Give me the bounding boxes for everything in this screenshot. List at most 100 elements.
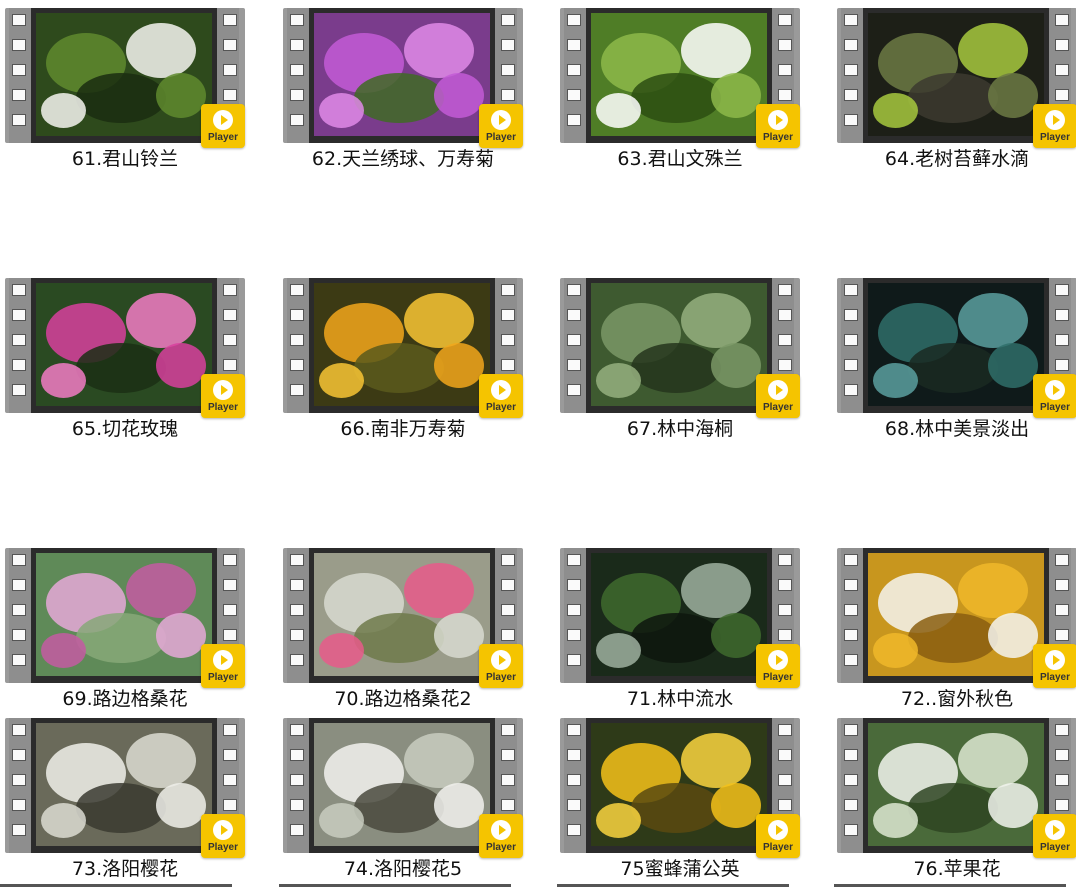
video-card[interactable]: Player 61.君山铃兰	[5, 8, 245, 178]
player-button[interactable]: Player	[1033, 644, 1076, 688]
play-icon	[1045, 650, 1065, 670]
player-label: Player	[762, 132, 794, 143]
video-thumbnail[interactable]	[591, 553, 767, 676]
player-button[interactable]: Player	[1033, 104, 1076, 148]
player-button[interactable]: Player	[1033, 374, 1076, 418]
video-title[interactable]: 72..窗外秋色	[837, 684, 1076, 711]
play-icon	[213, 650, 233, 670]
video-card[interactable]: Player 71.林中流水	[560, 548, 800, 718]
video-thumbnail[interactable]	[591, 283, 767, 406]
player-button[interactable]: Player	[479, 104, 523, 148]
video-thumbnail[interactable]	[314, 723, 490, 846]
video-card[interactable]: Player 68.林中美景淡出	[837, 278, 1076, 448]
video-card[interactable]: Player 67.林中海桐	[560, 278, 800, 448]
player-button[interactable]: Player	[201, 644, 245, 688]
video-thumbnail-frame[interactable]	[309, 548, 495, 683]
video-title[interactable]: 68.林中美景淡出	[837, 414, 1076, 441]
player-button[interactable]: Player	[756, 644, 800, 688]
play-icon	[491, 820, 511, 840]
video-title[interactable]: 73.洛阳樱花	[5, 854, 245, 881]
video-thumbnail-frame[interactable]	[309, 718, 495, 853]
film-holes-left	[290, 724, 304, 849]
video-thumbnail-frame[interactable]	[863, 278, 1049, 413]
player-button[interactable]: Player	[756, 104, 800, 148]
video-thumbnail[interactable]	[868, 723, 1044, 846]
video-card[interactable]: Player 66.南非万寿菊	[283, 278, 523, 448]
video-thumbnail-frame[interactable]	[586, 278, 772, 413]
video-thumbnail[interactable]	[591, 723, 767, 846]
player-button[interactable]: Player	[756, 374, 800, 418]
video-card[interactable]: Player 63.君山文殊兰	[560, 8, 800, 178]
video-thumbnail-frame[interactable]	[309, 278, 495, 413]
film-holes-left	[567, 284, 581, 409]
video-card[interactable]: Player 75蜜蜂蒲公英	[560, 718, 800, 888]
video-card[interactable]: Player 74.洛阳樱花5	[283, 718, 523, 888]
player-button[interactable]: Player	[756, 814, 800, 858]
film-holes-left	[567, 14, 581, 139]
player-button[interactable]: Player	[479, 374, 523, 418]
player-button[interactable]: Player	[201, 104, 245, 148]
video-thumbnail[interactable]	[868, 283, 1044, 406]
video-thumbnail-frame[interactable]	[31, 8, 217, 143]
video-card[interactable]: Player 64.老树苔藓水滴	[837, 8, 1076, 178]
video-thumbnail[interactable]	[868, 553, 1044, 676]
video-thumbnail[interactable]	[591, 13, 767, 136]
video-title[interactable]: 76.苹果花	[837, 854, 1076, 881]
player-button[interactable]: Player	[479, 644, 523, 688]
video-title[interactable]: 69.路边格桑花	[5, 684, 245, 711]
video-thumbnail-frame[interactable]	[863, 8, 1049, 143]
video-title[interactable]: 64.老树苔藓水滴	[837, 144, 1076, 171]
video-thumbnail[interactable]	[36, 13, 212, 136]
video-thumbnail-frame[interactable]	[31, 718, 217, 853]
video-thumbnail-frame[interactable]	[863, 718, 1049, 853]
video-thumbnail-frame[interactable]	[309, 8, 495, 143]
video-card[interactable]: Player 70.路边格桑花2	[283, 548, 523, 718]
video-title[interactable]: 62.天兰绣球、万寿菊	[283, 144, 523, 171]
video-title[interactable]: 66.南非万寿菊	[283, 414, 523, 441]
video-card[interactable]: Player 76.苹果花	[837, 718, 1076, 888]
film-holes-left	[290, 554, 304, 679]
film-holes-left	[290, 14, 304, 139]
play-icon	[1045, 110, 1065, 130]
video-thumbnail-frame[interactable]	[586, 718, 772, 853]
video-thumbnail[interactable]	[36, 723, 212, 846]
video-card[interactable]: Player 72..窗外秋色	[837, 548, 1076, 718]
player-label: Player	[1039, 842, 1071, 853]
player-button[interactable]: Player	[201, 374, 245, 418]
video-thumbnail[interactable]	[314, 13, 490, 136]
video-thumbnail[interactable]	[314, 283, 490, 406]
video-thumbnail-frame[interactable]	[31, 278, 217, 413]
video-title[interactable]: 61.君山铃兰	[5, 144, 245, 171]
video-card[interactable]: Player 69.路边格桑花	[5, 548, 245, 718]
play-icon	[213, 380, 233, 400]
player-label: Player	[207, 132, 239, 143]
video-thumbnail-frame[interactable]	[31, 548, 217, 683]
play-icon	[213, 110, 233, 130]
video-card[interactable]: Player 65.切花玫瑰	[5, 278, 245, 448]
video-thumbnail[interactable]	[314, 553, 490, 676]
video-thumbnail-frame[interactable]	[586, 8, 772, 143]
video-title[interactable]: 71.林中流水	[560, 684, 800, 711]
play-icon	[768, 380, 788, 400]
video-title[interactable]: 75蜜蜂蒲公英	[560, 854, 800, 881]
player-button[interactable]: Player	[1033, 814, 1076, 858]
video-card[interactable]: Player 73.洛阳樱花	[5, 718, 245, 888]
film-holes-left	[12, 284, 26, 409]
video-thumbnail[interactable]	[868, 13, 1044, 136]
player-label: Player	[207, 842, 239, 853]
video-title[interactable]: 70.路边格桑花2	[283, 684, 523, 711]
video-thumbnail[interactable]	[36, 283, 212, 406]
video-title[interactable]: 63.君山文殊兰	[560, 144, 800, 171]
player-button[interactable]: Player	[201, 814, 245, 858]
video-thumbnail-frame[interactable]	[863, 548, 1049, 683]
video-title[interactable]: 65.切花玫瑰	[5, 414, 245, 441]
play-icon	[213, 820, 233, 840]
video-thumbnail-frame[interactable]	[586, 548, 772, 683]
video-title[interactable]: 74.洛阳樱花5	[283, 854, 523, 881]
divider	[0, 884, 232, 887]
video-title[interactable]: 67.林中海桐	[560, 414, 800, 441]
video-thumbnail[interactable]	[36, 553, 212, 676]
player-button[interactable]: Player	[479, 814, 523, 858]
video-card[interactable]: Player 62.天兰绣球、万寿菊	[283, 8, 523, 178]
play-icon	[768, 110, 788, 130]
